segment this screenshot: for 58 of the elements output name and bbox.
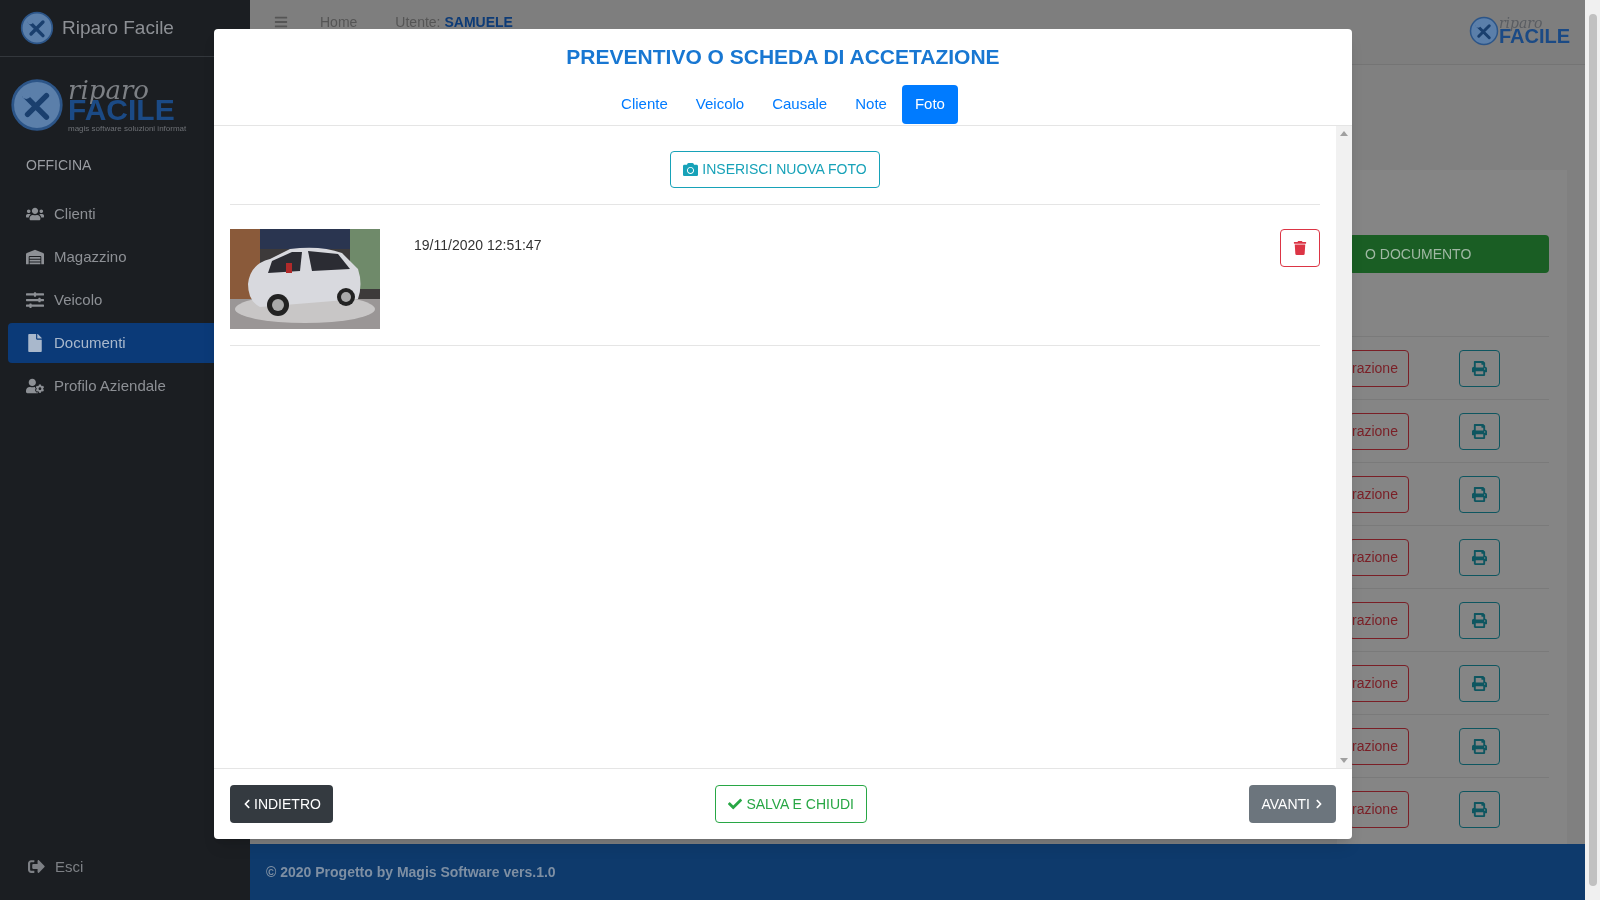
user-gear-icon xyxy=(26,377,44,395)
nav-item[interactable]: Veicolo xyxy=(8,280,250,320)
printer-icon xyxy=(1472,549,1487,565)
sliders-icon xyxy=(26,291,44,309)
workshop-label: OFFICINA xyxy=(26,156,93,175)
print-button[interactable] xyxy=(1459,349,1500,387)
chevron-left-icon xyxy=(242,799,252,809)
print-button[interactable] xyxy=(1459,664,1500,702)
save-close-button[interactable]: SALVA E CHIUDI xyxy=(715,785,867,823)
warehouse-icon xyxy=(26,248,44,266)
logo-tagline: magis software soluzioni informat xyxy=(68,125,187,133)
insert-photo-button[interactable]: INSERISCI NUOVA FOTO xyxy=(670,151,880,188)
scroll-up-icon[interactable] xyxy=(1340,130,1348,136)
modal-scrollbar[interactable] xyxy=(1336,126,1352,768)
chevron-right-icon xyxy=(1314,799,1324,809)
logo-icon xyxy=(10,78,64,132)
scroll-down-icon[interactable] xyxy=(1340,758,1348,764)
printer-icon xyxy=(1472,801,1487,817)
tab[interactable]: Note xyxy=(842,84,900,124)
printer-icon xyxy=(1472,360,1487,376)
logout-icon xyxy=(28,858,45,876)
nav-item[interactable]: Profilo Aziendale xyxy=(8,366,250,406)
document-icon xyxy=(26,334,44,352)
camera-icon xyxy=(683,162,699,177)
brand-name: Riparo Facile xyxy=(62,15,174,40)
logo-icon xyxy=(20,11,54,45)
users-icon xyxy=(26,205,44,223)
print-button[interactable] xyxy=(1459,790,1500,828)
tab[interactable]: Veicolo xyxy=(682,84,758,124)
trash-icon xyxy=(1293,241,1307,255)
printer-icon xyxy=(1472,423,1487,439)
menu-icon[interactable] xyxy=(274,15,288,29)
nav-item[interactable]: Magazzino xyxy=(8,237,250,277)
printer-icon xyxy=(1472,738,1487,754)
printer-icon xyxy=(1472,486,1487,502)
check-icon xyxy=(728,797,743,811)
new-document-button[interactable]: O DOCUMENTO xyxy=(1349,235,1549,273)
print-button[interactable] xyxy=(1459,538,1500,576)
next-button[interactable]: AVANTI xyxy=(1249,785,1336,823)
footer-text: © 2020 Progetto by Magis Software vers.1.0 xyxy=(266,862,556,882)
photo-date: 19/11/2020 12:51:47 xyxy=(414,236,542,255)
logout-link[interactable]: Esci xyxy=(55,855,84,878)
user-name: SAMUELE xyxy=(444,13,513,32)
tab[interactable]: Causale xyxy=(759,84,841,124)
modal-title: PREVENTIVO O SCHEDA DI ACCETAZIONE xyxy=(566,44,1000,70)
nav-item[interactable]: Clienti xyxy=(8,194,250,234)
tab[interactable]: Cliente xyxy=(608,84,681,124)
print-button[interactable] xyxy=(1459,727,1500,765)
printer-icon xyxy=(1472,675,1487,691)
back-button[interactable]: INDIETRO xyxy=(230,785,333,823)
scrollbar[interactable] xyxy=(1585,0,1600,900)
print-button[interactable] xyxy=(1459,601,1500,639)
printer-icon xyxy=(1472,612,1487,628)
tab[interactable]: Foto xyxy=(901,84,958,124)
print-button[interactable] xyxy=(1459,475,1500,513)
logo-icon xyxy=(1468,16,1499,46)
delete-button[interactable] xyxy=(1280,229,1320,267)
print-button[interactable] xyxy=(1459,412,1500,450)
